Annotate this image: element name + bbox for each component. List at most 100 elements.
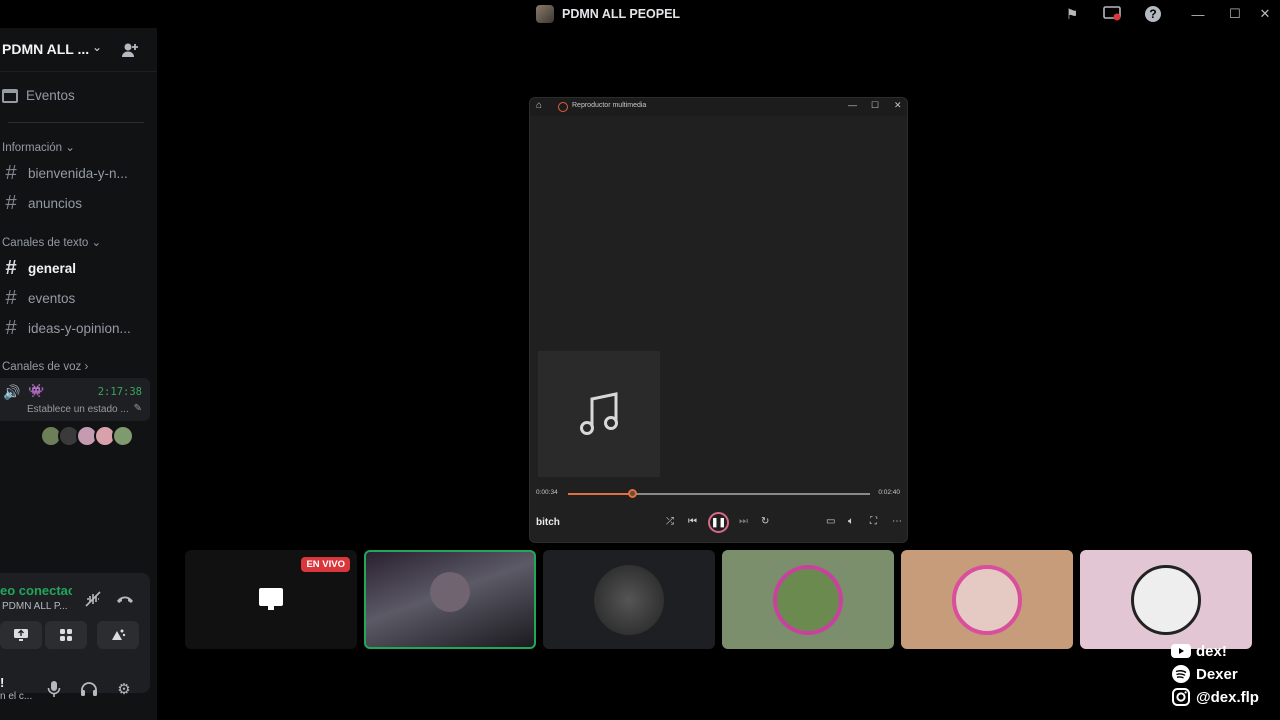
seek-bar[interactable] [568,489,870,498]
more-options-icon[interactable]: ⋯ [892,516,902,527]
server-icon [536,5,554,23]
song-title: bitch [536,517,560,528]
divider [8,122,144,123]
voice-status[interactable]: Establece un estado ... [27,404,129,415]
album-art-placeholder [538,351,660,477]
channel-item[interactable]: # anuncios [2,192,152,215]
voice-channel-item[interactable]: 🔊 👾 2:17:38 Establece un estado ... ✎ [0,378,150,421]
video-tile-camera-speaking[interactable] [364,550,536,649]
help-icon[interactable]: ? [1145,6,1161,22]
miniplayer-icon[interactable]: ▭ [826,516,835,527]
voice-participants[interactable] [40,425,134,447]
volume-icon[interactable]: 🔈︎ [848,516,854,527]
username[interactable]: ! [0,675,4,690]
server-name: PDMN ALL ... [2,41,90,57]
user-panel: ! n el c... ⚙ [0,665,150,715]
hash-icon: # [5,257,17,279]
events-item[interactable]: Eventos [2,88,75,103]
player-titlebar: ⌂ Reproductor multimedia — ☐ ✕ [530,98,907,116]
settings-gear-icon[interactable]: ⚙ [114,679,134,699]
youtube-handle: dex! [1196,642,1227,660]
next-icon[interactable]: ⏭ [739,516,748,527]
minimize-icon[interactable]: — [1189,5,1207,23]
maximize-icon[interactable]: ☐ [1226,5,1244,23]
pause-button[interactable]: ❚❚ [708,512,729,533]
voice-timer: 2:17:38 [97,386,142,398]
soundboard-button[interactable] [97,621,139,649]
share-screen-button[interactable] [0,621,42,649]
screen-share-status-icon[interactable] [1103,5,1121,23]
speaker-icon: 🔊 [3,384,21,400]
hash-icon: # [5,192,17,214]
pencil-icon[interactable]: ✎ [134,403,142,414]
channel-item[interactable]: # eventos [2,287,152,310]
instagram-handle: @dex.flp [1196,688,1259,706]
channel-item-active[interactable]: # general [2,257,152,280]
previous-icon[interactable]: ⏮ [688,516,697,527]
avatar[interactable] [112,425,134,447]
video-tile-participant[interactable] [543,550,715,649]
music-note-icon [580,392,618,435]
channel-item[interactable]: # ideas-y-opinion... [2,317,152,340]
spotify-handle: Dexer [1196,665,1238,683]
repeat-icon[interactable]: ↻ [761,516,769,527]
screen-share-icon [259,588,283,610]
events-label: Eventos [26,88,75,103]
title-bar: PDMN ALL PEOPEL ⚑ ? — ☐ ✕ [0,0,1280,28]
noise-suppression-icon[interactable] [83,589,103,609]
seek-bar-fill [568,493,633,495]
channel-item[interactable]: # bienvenida-y-n... [2,162,152,185]
server-header[interactable]: PDMN ALL ... ⌄ [0,28,157,72]
category-text[interactable]: Canales de texto ⌄ [2,235,101,249]
avatar [594,564,664,635]
inbox-flag-icon[interactable]: ⚑ [1063,5,1081,23]
activity-icon: 👾 [28,383,45,398]
current-time: 0:00:34 [536,489,558,496]
player-maximize-icon[interactable]: ☐ [871,100,879,111]
avatar [952,564,1022,635]
video-tile-participant[interactable] [722,550,894,649]
close-icon[interactable]: ✕ [1256,5,1274,23]
social-instagram: @dex.flp [1171,688,1259,706]
chevron-down-icon: ⌄ [92,40,103,54]
avatar [1131,564,1201,635]
hash-icon: # [5,162,17,184]
channel-sidebar: PDMN ALL ... ⌄ Eventos Información ⌄ # bi… [0,28,157,720]
instagram-icon [1171,688,1191,706]
home-icon[interactable]: ⌂ [536,100,542,111]
voice-server-name[interactable]: PDMN ALL P... [2,601,68,612]
disconnect-icon[interactable] [115,589,135,609]
player-title: Reproductor multimedia [572,102,647,109]
invite-people-icon[interactable] [120,40,140,60]
video-tile-stream[interactable]: EN VIVO [185,550,357,649]
shuffle-icon[interactable]: ⤮ [666,516,674,527]
category-voice[interactable]: Canales de voz › [2,361,88,373]
avatar [773,564,843,635]
calendar-icon [2,88,18,103]
social-youtube: dex! [1171,642,1227,660]
fullscreen-icon[interactable]: ⛶ [870,516,877,527]
seek-bar-thumb[interactable] [628,489,638,498]
live-badge: EN VIVO [301,557,350,572]
media-player-app-icon [558,102,568,112]
video-tile-participant[interactable] [1080,550,1252,649]
activities-button[interactable] [45,621,87,649]
player-minimize-icon[interactable]: — [848,100,857,110]
hash-icon: # [5,317,17,339]
spotify-icon [1171,665,1191,683]
participant-video [430,571,470,612]
user-status[interactable]: n el c... [0,691,32,702]
total-duration: 0:02:40 [878,489,900,496]
social-spotify: Dexer [1171,665,1238,683]
category-info[interactable]: Información ⌄ [2,140,75,154]
microphone-icon[interactable] [44,679,64,699]
headphones-icon[interactable] [79,679,99,699]
video-tile-participant[interactable] [901,550,1073,649]
youtube-icon [1171,642,1191,660]
window-title: PDMN ALL PEOPEL [536,5,680,23]
player-close-icon[interactable]: ✕ [894,100,902,111]
window-title-text: PDMN ALL PEOPEL [562,7,681,21]
hash-icon: # [5,287,17,309]
media-player-window[interactable]: ⌂ Reproductor multimedia — ☐ ✕ 0:00:34 0… [529,97,908,543]
voice-connected-status[interactable]: eo conectac [0,583,72,598]
